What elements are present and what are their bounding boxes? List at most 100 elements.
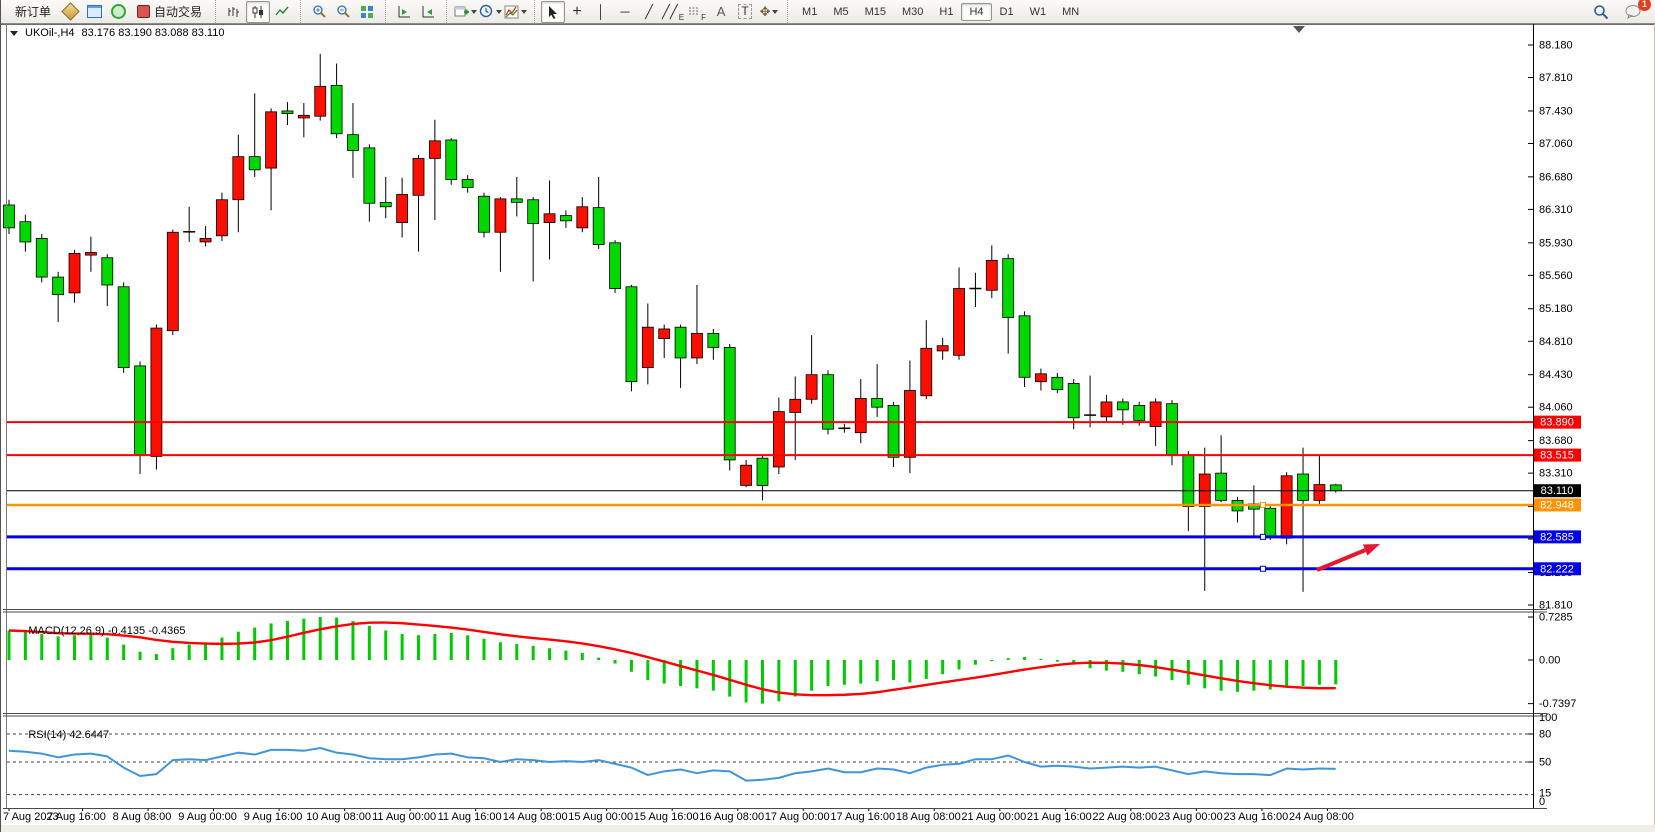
candle — [1216, 473, 1227, 500]
price-tick-label: 84.810 — [1539, 336, 1573, 348]
trendline-icon[interactable]: ╱ — [637, 1, 661, 23]
line-handle[interactable] — [1261, 502, 1266, 507]
timeframe-H1[interactable]: H1 — [931, 3, 961, 21]
price-tick-label: 88.180 — [1539, 40, 1573, 52]
candle — [413, 158, 424, 195]
candle — [708, 333, 719, 347]
equidistant-channel-icon[interactable]: ╱╱E — [661, 1, 685, 23]
search-icon[interactable] — [1589, 1, 1613, 23]
candle — [249, 157, 260, 170]
candle — [741, 465, 752, 485]
candle — [823, 375, 834, 430]
ohlc-values: 83.176 83.190 83.088 83.110 — [82, 27, 225, 39]
new-order-button[interactable]: 新订单 — [8, 1, 58, 23]
candle — [233, 157, 244, 200]
price-tag-label: 82.585 — [1540, 531, 1574, 543]
candle — [872, 398, 883, 407]
timeframe-M5[interactable]: M5 — [825, 3, 856, 21]
macd-axis-label: 0.00 — [1539, 655, 1560, 667]
candle — [954, 289, 965, 356]
auto-scroll-icon[interactable] — [392, 1, 416, 23]
timeframe-M1[interactable]: M1 — [794, 3, 825, 21]
zoom-in-icon[interactable] — [307, 1, 331, 23]
price-tag-label: 83.110 — [1541, 485, 1574, 497]
candle — [102, 258, 113, 285]
arrow-annotation-line[interactable] — [1317, 550, 1365, 570]
chart-profile-icon[interactable] — [58, 1, 82, 23]
candle-doji — [969, 288, 981, 290]
candle — [479, 196, 490, 232]
candle — [937, 346, 948, 351]
crosshair-icon[interactable]: + — [565, 1, 589, 23]
candle — [577, 207, 588, 228]
window-bottom-strip — [1, 825, 1655, 832]
date-label: 8 Aug 08:00 — [113, 811, 172, 823]
date-label: 17 Aug 16:00 — [830, 811, 895, 823]
horizontal-line-icon[interactable]: ─ — [613, 1, 637, 23]
price-tick-label: 86.680 — [1539, 171, 1573, 183]
candle — [921, 348, 932, 395]
fibonacci-icon[interactable]: F — [685, 1, 709, 23]
price-tick-label: 85.930 — [1539, 237, 1573, 249]
rsi-axis-label: 0 — [1539, 796, 1545, 808]
navigator-icon[interactable] — [106, 1, 130, 23]
timeframe-W1[interactable]: W1 — [1022, 3, 1055, 21]
terminal-window: 新订单 自动交易 — [0, 0, 1655, 832]
autotrading-icon — [137, 5, 150, 18]
timeframe-D1[interactable]: D1 — [992, 3, 1022, 21]
bar-chart-icon[interactable] — [222, 1, 246, 23]
symbol-timeframe-label: UKOil-,H4 — [25, 27, 75, 39]
zoom-out-icon[interactable] — [331, 1, 355, 23]
line-handle[interactable] — [1261, 534, 1266, 539]
tile-windows-icon[interactable] — [355, 1, 379, 23]
timeframe-H4[interactable]: H4 — [961, 3, 991, 21]
candle-doji — [183, 231, 195, 233]
symbol-dropdown-icon[interactable] — [10, 31, 18, 36]
candle — [446, 140, 457, 180]
candle — [675, 327, 686, 358]
candle — [806, 375, 817, 400]
toolbar: 新订单 自动交易 — [1, 0, 1655, 24]
date-label: 21 Aug 16:00 — [1027, 811, 1092, 823]
date-label: 11 Aug 16:00 — [438, 811, 502, 823]
chat-icon[interactable]: 1 — [1621, 1, 1645, 23]
candle — [610, 243, 621, 289]
candle — [462, 180, 473, 188]
chart-area[interactable]: 88.18087.81087.43087.06086.68086.31085.9… — [1, 24, 1655, 832]
price-tick-label: 87.810 — [1539, 72, 1573, 84]
indicators-button[interactable] — [503, 1, 528, 23]
chevron-down-icon — [471, 10, 477, 14]
vertical-line-icon[interactable]: │ — [589, 1, 613, 23]
line-chart-icon[interactable] — [270, 1, 294, 23]
chart-shift-marker[interactable] — [1293, 26, 1305, 33]
date-label: 17 Aug 00:00 — [765, 811, 830, 823]
timeframe-M15[interactable]: M15 — [857, 3, 894, 21]
date-label: 22 Aug 08:00 — [1092, 811, 1157, 823]
text-icon[interactable]: A — [709, 1, 733, 23]
text-label-icon[interactable]: T — [733, 1, 757, 23]
date-label: 9 Aug 00:00 — [178, 811, 237, 823]
periods-clock-button[interactable] — [478, 1, 503, 23]
candle — [1035, 374, 1046, 382]
candle — [380, 202, 391, 206]
new-chart-button[interactable] — [453, 1, 478, 23]
market-watch-icon[interactable] — [82, 1, 106, 23]
autotrading-button[interactable]: 自动交易 — [130, 1, 209, 23]
candlestick-chart-icon[interactable] — [246, 1, 270, 23]
candle — [118, 287, 129, 368]
rsi-line — [9, 748, 1336, 781]
date-label: 7 Aug 16:00 — [47, 811, 106, 823]
cursor-icon[interactable] — [541, 1, 565, 23]
arrows-shapes-button[interactable]: ✥ — [757, 1, 781, 23]
arrow-annotation-head[interactable] — [1363, 544, 1380, 556]
line-handle[interactable] — [1261, 566, 1266, 571]
rsi-axis-label: 50 — [1539, 757, 1551, 769]
candle-doji — [838, 428, 850, 430]
price-tick-label: 85.180 — [1539, 303, 1573, 315]
candle — [85, 252, 96, 255]
date-label: 18 Aug 08:00 — [896, 811, 961, 823]
timeframe-M30[interactable]: M30 — [894, 3, 931, 21]
chart-shift-icon[interactable] — [416, 1, 440, 23]
date-label: 15 Aug 16:00 — [634, 811, 699, 823]
timeframe-MN[interactable]: MN — [1054, 3, 1087, 21]
